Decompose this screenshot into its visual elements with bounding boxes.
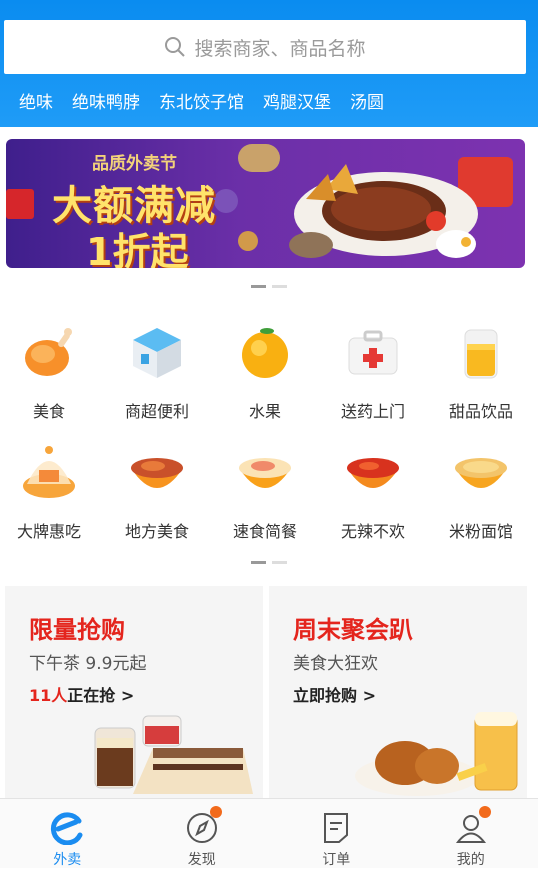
category-label: 商超便利	[103, 398, 211, 422]
promo-flash-sale[interactable]: 限量抢购 下午茶 9.9元起 11人正在抢 >	[5, 586, 263, 798]
bowl-icon	[453, 444, 509, 500]
category-songyao[interactable]: 送药上门	[319, 324, 427, 422]
chicken-beer-illustration	[347, 708, 527, 798]
category-label: 大牌惠吃	[0, 518, 103, 542]
category-shangchao[interactable]: 商超便利	[103, 324, 211, 422]
tab-waimai[interactable]: 外卖	[0, 799, 135, 868]
notification-badge	[210, 806, 222, 818]
promo-subtitle: 美食大狂欢	[293, 649, 378, 674]
category-label: 地方美食	[103, 518, 211, 542]
promo-link-text: 正在抢 >	[67, 686, 134, 705]
bottom-tab-bar: 外卖 发现 订单 我的	[0, 798, 538, 868]
tab-dingdan[interactable]: 订单	[269, 799, 404, 868]
category-dapai[interactable]: 大牌惠吃	[0, 444, 103, 542]
hotword-item[interactable]: 东北饺子馆	[159, 88, 244, 116]
category-tianpin[interactable]: 甜品饮品	[427, 324, 535, 422]
medkit-icon	[345, 324, 401, 380]
notification-badge	[479, 806, 491, 818]
category-label: 甜品饮品	[427, 398, 535, 422]
promo-link[interactable]: 11人正在抢 >	[29, 682, 134, 706]
promo-banner[interactable]: 品质外卖节 大额满减 1折起	[6, 139, 525, 268]
orange-icon	[237, 324, 293, 380]
hotword-item[interactable]: 绝味鸭脖	[72, 88, 140, 116]
bowl-icon	[237, 444, 293, 500]
category-difang[interactable]: 地方美食	[103, 444, 211, 542]
chicken-icon	[21, 324, 77, 380]
promo-weekend-party[interactable]: 周末聚会趴 美食大狂欢 立即抢购 >	[269, 586, 527, 798]
promo-title: 周末聚会趴	[293, 610, 413, 645]
tab-label: 外卖	[53, 852, 81, 868]
category-label: 送药上门	[319, 398, 427, 422]
header: 搜索商家、商品名称 绝味 绝味鸭脖 东北饺子馆 鸡腿汉堡 汤圆	[0, 0, 538, 127]
promo-count: 11人	[29, 686, 67, 705]
eleme-icon	[49, 811, 85, 845]
category-pager	[0, 561, 538, 564]
category-label: 无辣不欢	[319, 518, 427, 542]
tab-wode[interactable]: 我的	[404, 799, 538, 868]
hotword-item[interactable]: 汤圆	[350, 88, 384, 116]
cake-dome-icon	[21, 444, 77, 500]
category-label: 米粉面馆	[427, 518, 535, 542]
tab-faxian[interactable]: 发现	[135, 799, 270, 868]
search-input[interactable]: 搜索商家、商品名称	[4, 20, 526, 74]
category-label: 水果	[211, 398, 319, 422]
promo-title: 限量抢购	[29, 610, 125, 645]
promo-subtitle: 下午茶 9.9元起	[29, 649, 146, 674]
pager-dot-active	[251, 285, 266, 288]
tab-label: 发现	[188, 852, 216, 868]
pager-dot	[272, 561, 287, 564]
bowl-icon	[129, 444, 185, 500]
store-icon	[129, 324, 185, 380]
hotword-item[interactable]: 绝味	[19, 88, 53, 116]
pager-dot	[272, 285, 287, 288]
category-wula[interactable]: 无辣不欢	[319, 444, 427, 542]
category-shuiguo[interactable]: 水果	[211, 324, 319, 422]
category-label: 美食	[0, 398, 103, 422]
tab-label: 我的	[457, 852, 485, 868]
cake-illustration	[93, 708, 263, 798]
tab-label: 订单	[322, 852, 350, 868]
hotword-item[interactable]: 鸡腿汉堡	[263, 88, 331, 116]
category-meishi[interactable]: 美食	[0, 324, 103, 422]
search-placeholder: 搜索商家、商品名称	[194, 34, 365, 61]
category-mifen[interactable]: 米粉面馆	[427, 444, 535, 542]
category-label: 速食简餐	[211, 518, 319, 542]
banner-subtitle: 品质外卖节	[92, 149, 177, 174]
pager-dot-active	[251, 561, 266, 564]
banner-pager	[0, 285, 538, 288]
hot-search-words: 绝味 绝味鸭脖 东北饺子馆 鸡腿汉堡 汤圆	[0, 88, 538, 116]
order-icon	[319, 811, 353, 845]
search-icon	[164, 36, 186, 58]
bowl-icon	[345, 444, 401, 500]
banner-discount: 1折起	[86, 221, 188, 268]
juice-icon	[453, 324, 509, 380]
category-sushi[interactable]: 速食简餐	[211, 444, 319, 542]
promo-link[interactable]: 立即抢购 >	[293, 682, 376, 706]
